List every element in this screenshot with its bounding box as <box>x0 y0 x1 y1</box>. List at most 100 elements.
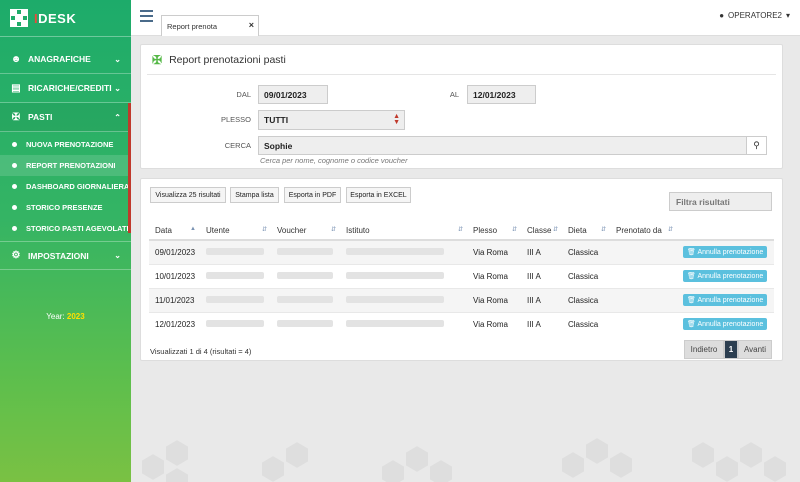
next-page-button[interactable]: Avanti <box>738 340 772 359</box>
trash-icon: 🗑 <box>687 249 696 257</box>
sort-icon: ⇵ <box>552 227 558 233</box>
cell-actions: 🗑 Annulla prenotazione <box>677 311 774 336</box>
col-voucher[interactable]: Voucher ⇵ <box>271 221 340 241</box>
cell-classe: III A <box>521 311 562 336</box>
annulla-prenotazione-button[interactable]: 🗑 Annulla prenotazione <box>683 294 768 306</box>
cell-utente-redacted <box>200 263 271 288</box>
annulla-prenotazione-button[interactable]: 🗑 Annulla prenotazione <box>683 318 768 331</box>
col-istituto[interactable]: Istituto ⇵ <box>340 221 467 241</box>
sort-icon: ⇵ <box>600 227 606 233</box>
cell-actions: 🗑 Annulla prenotazione <box>677 263 774 288</box>
table-row: 10/01/2023 Via Roma III A Classica 🗑 Ann… <box>149 263 774 288</box>
pasti-submenu: NUOVA PRENOTAZIONE REPORT PRENOTAZIONI D… <box>0 132 131 241</box>
annulla-prenotazione-button[interactable]: 🗑 Annulla prenotazione <box>683 270 768 282</box>
sidebar: IDESK ☻ ANAGRAFICHE ⌄ ▤ RICARICHE/CREDIT… <box>0 0 131 482</box>
sidebar-subitem-nuova-prenotazione[interactable]: NUOVA PRENOTAZIONE <box>0 134 131 155</box>
cell-prenotato-da <box>610 239 677 264</box>
export-excel-button[interactable]: Esporta in EXCEL <box>346 187 411 203</box>
cell-utente-redacted <box>200 311 271 336</box>
cell-prenotato-da <box>610 287 677 312</box>
active-section-bar <box>128 103 131 233</box>
col-actions <box>677 221 774 241</box>
trash-icon: 🗑 <box>687 321 696 329</box>
logo[interactable]: IDESK <box>0 0 131 36</box>
sidebar-item-ricariche[interactable]: ▤ RICARICHE/CREDITI ⌄ <box>0 74 131 103</box>
cell-data: 09/01/2023 <box>149 239 200 264</box>
reservations-table: Data ▲ Utente ⇵ Voucher ⇵ Istituto ⇵ Plesso ⇵… <box>149 221 774 336</box>
filter-panel: ✠ Report prenotazioni pasti DAL 09/01/20… <box>140 44 783 169</box>
caret-down-icon: ▾ <box>785 11 790 20</box>
cell-utente-redacted <box>200 287 271 312</box>
bullet-icon <box>12 184 17 189</box>
cerca-label: CERCA <box>224 141 251 150</box>
chevron-down-icon: ⌄ <box>114 54 121 64</box>
cutlery-icon: ✠ <box>152 52 163 67</box>
sort-icon: ⇵ <box>330 227 336 233</box>
sidebar-subitem-storico-pasti-agevolati[interactable]: STORICO PASTI AGEVOLATI <box>0 218 131 239</box>
annulla-prenotazione-button[interactable]: 🗑 Annulla prenotazione <box>683 246 768 259</box>
dal-date-field[interactable]: 09/01/2023 <box>258 85 328 104</box>
sort-icon: ⇵ <box>457 227 463 233</box>
cell-istituto-redacted <box>340 239 467 264</box>
cell-dieta: Classica <box>562 239 610 264</box>
al-date-field[interactable]: 12/01/2023 <box>467 85 536 104</box>
col-classe[interactable]: Classe ⇵ <box>521 221 562 241</box>
cell-istituto-redacted <box>340 263 467 288</box>
user-menu[interactable]: ● OPERATORE2 ▾ <box>719 11 790 20</box>
col-dieta[interactable]: Dieta ⇵ <box>562 221 610 241</box>
trash-icon: 🗑 <box>687 297 696 304</box>
prev-page-button[interactable]: Indietro <box>684 340 724 359</box>
search-input[interactable]: Sophie <box>258 136 747 155</box>
topbar: Report prenota × ● OPERATORE2 ▾ <box>131 0 800 36</box>
bullet-icon <box>12 142 17 147</box>
dal-label: DAL <box>236 90 251 99</box>
chevron-down-icon: ⌄ <box>114 251 121 260</box>
cutlery-icon: ✠ <box>11 111 21 123</box>
sidebar-subitem-report-prenotazioni[interactable]: REPORT PRENOTAZIONI <box>0 155 131 176</box>
cell-classe: III A <box>521 239 562 264</box>
results-info: Visualizzati 1 di 4 (risultati = 4) <box>150 347 252 356</box>
show-25-button[interactable]: Visualizza 25 risultati <box>150 187 226 203</box>
cell-voucher-redacted <box>271 239 340 264</box>
user-icon: ● <box>719 11 725 20</box>
col-plesso[interactable]: Plesso ⇵ <box>467 221 521 241</box>
year-indicator: Year: 2023 <box>46 312 85 321</box>
cell-utente-redacted <box>200 239 271 264</box>
cell-dieta: Classica <box>562 263 610 288</box>
col-data[interactable]: Data ▲ <box>149 221 200 241</box>
cell-istituto-redacted <box>340 311 467 336</box>
sort-icon: ⇵ <box>261 227 267 233</box>
col-prenotato-da[interactable]: Prenotato da ⇵ <box>610 221 677 241</box>
col-utente[interactable]: Utente ⇵ <box>200 221 271 241</box>
tab-report-prenotazioni[interactable]: Report prenota × <box>161 15 259 36</box>
sidebar-item-label: IMPOSTAZIONI <box>28 250 89 261</box>
search-button[interactable]: ⚲ <box>746 136 767 155</box>
page-1-button[interactable]: 1 <box>724 340 738 359</box>
table-row: 09/01/2023 Via Roma III A Classica 🗑 Ann… <box>149 239 774 264</box>
plesso-select[interactable]: TUTTI ▲ ▼ <box>258 110 405 130</box>
print-list-button[interactable]: Stampa lista <box>230 187 279 203</box>
bullet-icon <box>12 226 17 231</box>
sidebar-item-impostazioni[interactable]: ⚙ IMPOSTAZIONI ⌄ <box>0 241 131 270</box>
hexagon-pattern <box>140 435 788 482</box>
cell-dieta: Classica <box>562 311 610 336</box>
plesso-label: PLESSO <box>220 115 251 124</box>
sort-icon: ⇵ <box>667 227 673 233</box>
sidebar-subitem-storico-presenze[interactable]: STORICO PRESENZE <box>0 197 131 218</box>
sidebar-item-pasti[interactable]: ✠ PASTI ⌃ <box>0 103 131 132</box>
cell-prenotato-da <box>610 311 677 336</box>
menu-toggle-icon[interactable] <box>140 10 153 22</box>
close-icon[interactable]: × <box>249 20 254 30</box>
cell-data: 12/01/2023 <box>149 311 200 336</box>
sidebar-item-label: ANAGRAFICHE <box>28 54 91 64</box>
export-pdf-button[interactable]: Esporta in PDF <box>284 187 341 203</box>
sidebar-subitem-dashboard-giornaliera[interactable]: DASHBOARD GIORNALIERA <box>0 176 131 197</box>
cell-data: 10/01/2023 <box>149 263 200 288</box>
filter-results-input[interactable]: Filtra risultati <box>669 192 772 211</box>
cell-plesso: Via Roma <box>467 287 521 312</box>
cell-dieta: Classica <box>562 287 610 312</box>
cell-classe: III A <box>521 287 562 312</box>
sidebar-item-anagrafiche[interactable]: ☻ ANAGRAFICHE ⌄ <box>0 45 131 74</box>
table-row: 11/01/2023 Via Roma III A Classica 🗑 Ann… <box>149 287 774 312</box>
cell-istituto-redacted <box>340 287 467 312</box>
